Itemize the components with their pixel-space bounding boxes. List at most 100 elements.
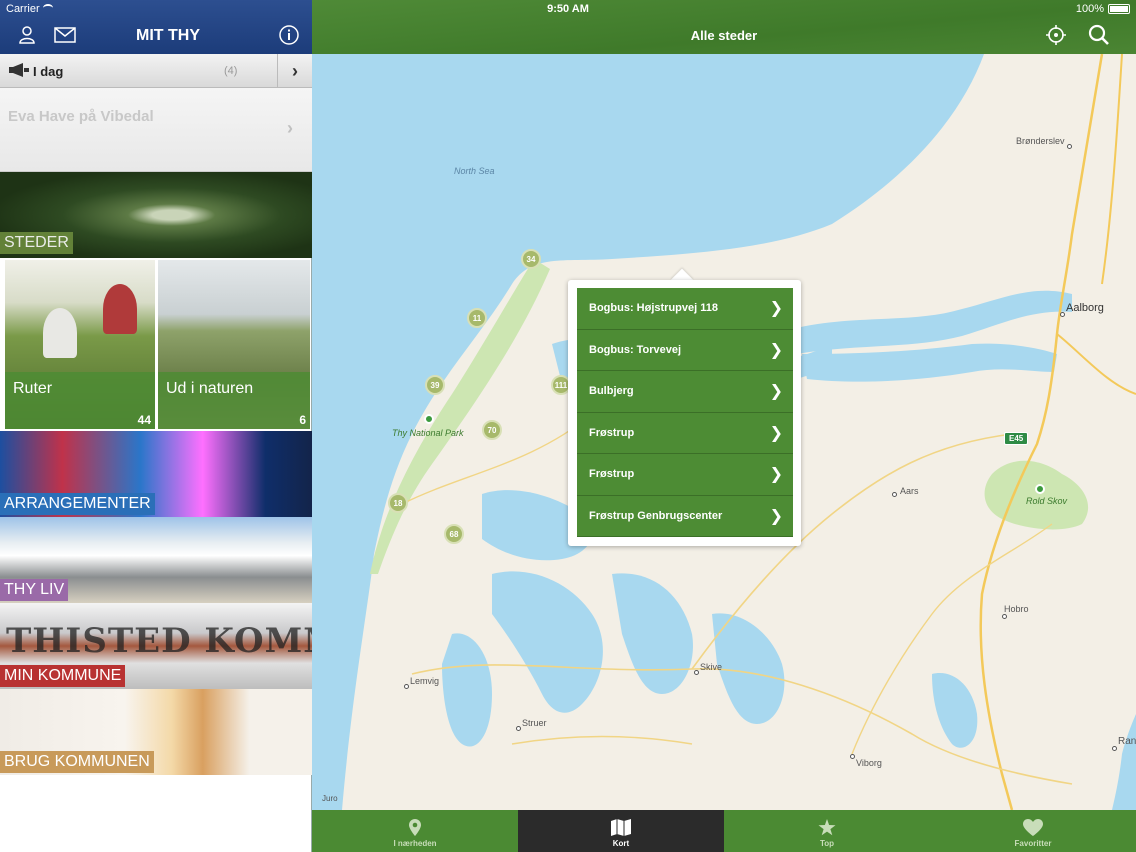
park-label-thy: Thy National Park (392, 428, 464, 438)
pin-icon (405, 818, 425, 836)
tab-label: Kort (612, 839, 630, 848)
tile-brug-kommunen-label: BRUG KOMMUNEN (0, 751, 154, 773)
map-cluster[interactable]: 68 (444, 524, 464, 544)
chevron-right-icon: ❯ (769, 507, 783, 525)
page-title: Alle steder (690, 28, 758, 43)
today-bar[interactable]: I dag (4) › (0, 54, 312, 88)
city-dot (1112, 746, 1117, 751)
tile-natur[interactable]: Ud i naturen 6 (157, 259, 311, 430)
chevron-right-icon: ❯ (769, 424, 783, 442)
city-dot (694, 670, 699, 675)
map-icon (611, 818, 631, 836)
tile-brug-kommunen[interactable]: BRUG KOMMUNEN (0, 689, 312, 775)
popup-item[interactable]: Bogbus: Højstrupvej 118 ❯ (577, 288, 793, 330)
tile-ruter-label: Ruter (13, 380, 53, 397)
tile-ruter[interactable]: Ruter 44 (4, 259, 156, 430)
city-dot (850, 754, 855, 759)
city-label: Lemvig (410, 676, 440, 686)
city-label: Viborg (856, 758, 882, 768)
status-bar: Carrier 9:50 AM 100% (0, 0, 1136, 18)
tile-arrangementer[interactable]: ARRANGEMENTER (0, 431, 312, 517)
tab-label: Top (819, 839, 835, 848)
city-label: Ran (1118, 736, 1136, 747)
locate-icon[interactable] (1046, 25, 1066, 50)
city-label: Skive (700, 662, 723, 672)
megaphone-icon (8, 63, 30, 82)
park-pin-icon (1035, 484, 1045, 494)
city-dot (1002, 614, 1007, 619)
today-next-button[interactable]: › (277, 54, 312, 88)
city-label: Struer (522, 718, 547, 728)
popup-item[interactable]: Frøstrup Genbrugscenter ❯ (577, 495, 793, 537)
popup-item-label: Frøstrup (589, 468, 635, 481)
map-cluster[interactable]: 34 (521, 249, 541, 269)
popup-item[interactable]: Bogbus: Torvevej ❯ (577, 329, 793, 371)
event-title: Eva Have på Vibedal (8, 108, 154, 125)
city-label: Aars (900, 486, 919, 496)
map-cluster[interactable]: 11 (467, 308, 487, 328)
chevron-right-icon: ❯ (769, 383, 783, 400)
park-pin-icon (424, 414, 434, 424)
heart-icon (1023, 818, 1043, 836)
map-attribution[interactable]: Juro (322, 794, 338, 803)
battery-icon (1108, 4, 1130, 14)
road-badge: E45 (1004, 432, 1029, 445)
tile-natur-label: Ud i naturen (166, 380, 254, 397)
tile-natur-count: 6 (299, 413, 306, 427)
sea-label: North Sea (454, 166, 495, 176)
popup-item-label: Bogbus: Torvevej (589, 343, 682, 356)
tile-min-kommune-label: MIN KOMMUNE (0, 665, 126, 687)
search-icon[interactable] (1088, 24, 1110, 51)
tile-thy-liv[interactable]: THY LIV (0, 517, 312, 603)
city-dot (1060, 312, 1065, 317)
tile-ruter-count: 44 (137, 413, 151, 427)
city-dot (1067, 144, 1072, 149)
popup-item[interactable]: Bulbjerg ❯ (577, 371, 793, 413)
cyclist-figure (103, 284, 137, 334)
today-label: I dag (33, 64, 64, 79)
clock: 9:50 AM (547, 3, 589, 15)
info-icon[interactable] (278, 25, 300, 45)
popup-item-label: Frøstrup (589, 426, 635, 439)
tab-top[interactable]: Top (724, 810, 930, 852)
popup-item-label: Frøstrup Genbrugscenter (589, 509, 723, 522)
tab-label: Favoritter (1014, 839, 1052, 848)
chevron-right-icon: ❯ (769, 341, 783, 359)
city-dot (404, 684, 409, 689)
places-popup: Bogbus: Højstrupvej 118 ❯ Bogbus: Torveve… (568, 280, 801, 546)
park-label-rold: Rold Skov (1026, 496, 1068, 506)
tab-i-naerheden[interactable]: I nærheden (312, 810, 518, 852)
popup-item-label: Bulbjerg (589, 385, 634, 398)
city-label: Brønderslev (1016, 136, 1065, 146)
tile-arrangementer-label: ARRANGEMENTER (0, 493, 155, 515)
tab-bar: I nærheden Kort Top Favoritter (312, 810, 1136, 852)
star-icon (817, 818, 837, 836)
cyclist-figure (43, 308, 77, 358)
map-cluster[interactable]: 39 (425, 375, 445, 395)
event-item[interactable]: Eva Have på Vibedal › (0, 88, 312, 172)
tab-favoritter[interactable]: Favoritter (930, 810, 1136, 852)
chevron-right-icon: ❯ (769, 466, 783, 483)
popup-item[interactable]: Frøstrup ❯ (577, 454, 793, 496)
tab-label: I nærheden (393, 839, 437, 848)
sidebar: MIT THY I dag (4) › Eva Have på Vibedal … (0, 0, 312, 852)
popup-item[interactable]: Frøstrup ❯ (577, 412, 793, 454)
chevron-right-icon: › (292, 60, 298, 81)
city-dot (516, 726, 521, 731)
city-dot (892, 492, 897, 497)
tile-thy-liv-label: THY LIV (0, 579, 69, 601)
map-cluster[interactable]: 70 (482, 420, 502, 440)
city-label: Hobro (1004, 604, 1029, 614)
today-count: (4) (224, 65, 238, 77)
tab-kort[interactable]: Kort (518, 810, 724, 852)
city-label: Aalborg (1066, 302, 1104, 314)
tile-min-kommune[interactable]: THISTED KOMMUNE MIN KOMMUNE (0, 603, 312, 689)
kommune-sign-image: THISTED KOMMUNE (6, 621, 312, 661)
map-cluster[interactable]: 18 (388, 493, 408, 513)
chevron-right-icon: › (287, 118, 293, 138)
tile-steder-label: STEDER (0, 232, 73, 254)
battery-level: 100% (1075, 3, 1104, 15)
tile-steder[interactable]: STEDER (0, 172, 312, 258)
popup-item-label: Bogbus: Højstrupvej 118 (589, 302, 718, 315)
popup-list: Bogbus: Højstrupvej 118 ❯ Bogbus: Torveve… (577, 288, 793, 537)
